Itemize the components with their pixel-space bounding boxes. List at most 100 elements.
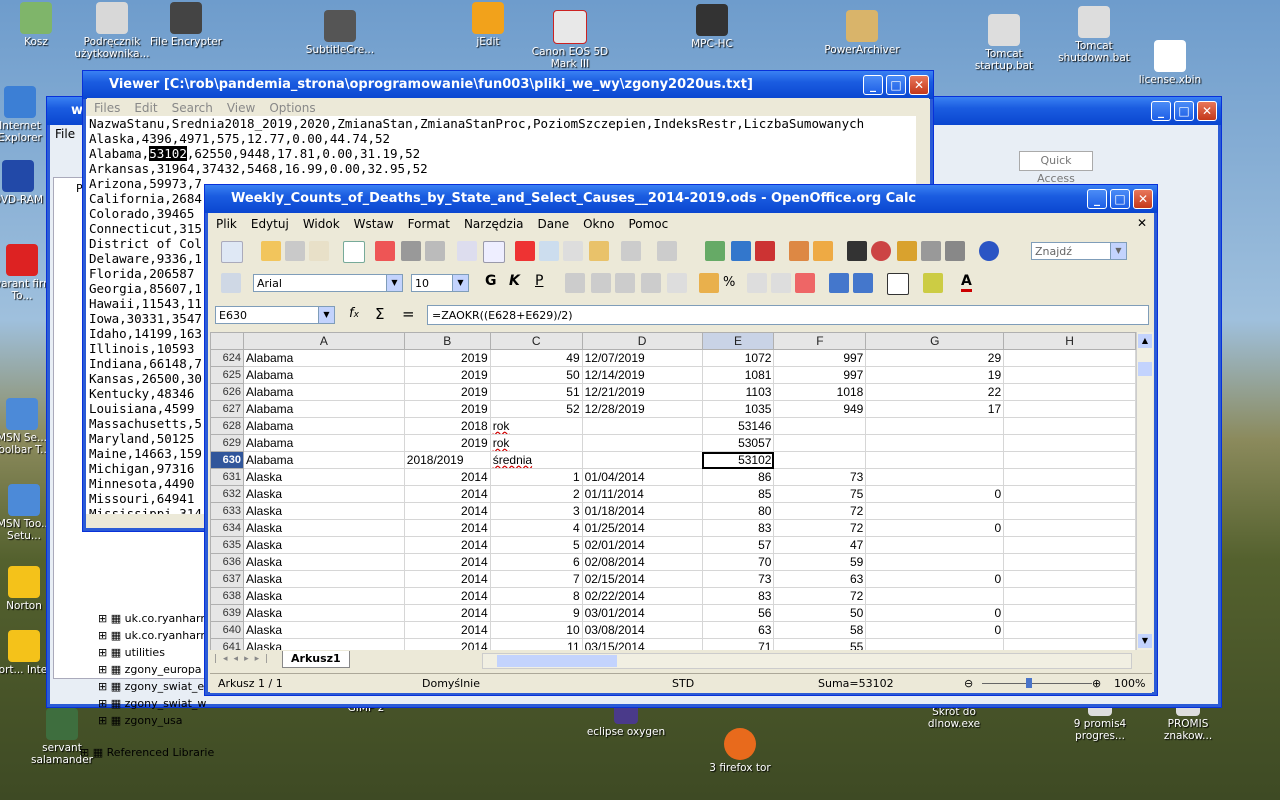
clone-format-icon[interactable] [589,241,609,261]
column-header[interactable]: A [242,332,405,350]
currency-format-icon[interactable] [699,273,719,293]
cell-d[interactable] [581,417,703,435]
percent-format-icon[interactable]: % [723,275,735,290]
menu-edytuj[interactable]: Edytuj [244,214,296,234]
cell-c[interactable]: 2 [489,485,583,503]
cell-h[interactable] [1003,604,1136,622]
open-folder-icon[interactable] [261,241,281,261]
cell-f[interactable]: 72 [773,587,867,605]
menu-pomoc[interactable]: Pomoc [621,214,675,234]
cell-g[interactable]: 29 [865,349,1005,367]
firefox-tor-icon[interactable]: 3 firefox tor [700,728,780,774]
zoom-icon[interactable] [945,241,965,261]
cell-f[interactable]: 997 [773,366,867,384]
zoom-level[interactable]: 100% [1114,677,1145,690]
row-header[interactable]: 641 [210,638,244,650]
autospellcheck-icon[interactable] [483,241,505,263]
cell-a[interactable]: Alaska [242,604,405,622]
cell-a[interactable]: Alaska [242,553,405,571]
zoom-out-icon[interactable]: ⊖ [964,677,973,690]
italic-icon[interactable]: K [509,273,520,289]
cell-e[interactable]: 83 [701,587,775,605]
tree-item[interactable]: ⊞ ▦ uk.co.ryanharr [98,627,206,644]
row-header[interactable]: 637 [210,570,244,588]
cell-b[interactable]: 2014 [403,621,491,639]
menu-files[interactable]: Files [87,98,127,118]
menu-view[interactable]: View [220,98,262,118]
tree-item[interactable]: ⊞ ▦ utilities [98,644,206,661]
cell-h[interactable] [1003,417,1136,435]
close-button[interactable]: ✕ [1197,101,1217,121]
corner-select-all[interactable] [210,332,244,350]
column-header[interactable]: H [1003,332,1136,350]
cell-g[interactable]: 19 [865,366,1005,384]
cell-c[interactable]: 50 [489,366,583,384]
cell-d[interactable]: 03/01/2014 [581,604,703,622]
scroll-up-icon[interactable]: ▲ [1138,334,1152,348]
cell-a[interactable]: Alabama [242,349,405,367]
function-wizard-icon[interactable]: fx [349,306,359,321]
cell-c[interactable]: 1 [489,468,583,486]
page-style-status[interactable]: Domyślnie [422,677,480,690]
cell-h[interactable] [1003,536,1136,554]
cell-e[interactable]: 53057 [701,434,775,452]
cell-b[interactable]: 2014 [403,502,491,520]
cell-b[interactable]: 2014 [403,604,491,622]
maximize-button[interactable]: □ [886,75,906,95]
column-header[interactable]: G [865,332,1005,350]
decrease-indent-icon[interactable] [829,273,849,293]
cell-d[interactable]: 02/01/2014 [581,536,703,554]
row-header[interactable]: 624 [210,349,244,367]
cell-b[interactable]: 2019 [403,400,491,418]
cell-g[interactable] [865,638,1005,650]
cell-f[interactable]: 72 [773,519,867,537]
cell-g[interactable]: 0 [865,621,1005,639]
quick-access-input[interactable]: Quick Access [1019,151,1093,185]
print-icon[interactable] [401,241,421,261]
cell-b[interactable]: 2019 [403,349,491,367]
cell-f[interactable]: 72 [773,502,867,520]
row-header[interactable]: 633 [210,502,244,520]
zoom-slider-thumb[interactable] [1026,678,1032,688]
cell-h[interactable] [1003,366,1136,384]
save-icon[interactable] [285,241,305,261]
cell-g[interactable]: 22 [865,383,1005,401]
vertical-scrollbar[interactable]: ▲ ▼ [1136,332,1153,650]
cell-e[interactable]: 80 [701,502,775,520]
hscroll-thumb[interactable] [497,655,617,667]
zoom-in-icon[interactable]: ⊕ [1092,677,1101,690]
menu-edit[interactable]: Edit [127,98,164,118]
cell-f[interactable]: 1018 [773,383,867,401]
menu-dane[interactable]: Dane [531,214,577,234]
data-sources-icon[interactable] [921,241,941,261]
cell-a[interactable]: Alaska [242,468,405,486]
cell-a[interactable]: Alaska [242,621,405,639]
cell-a[interactable]: Alabama [242,400,405,418]
borders-icon[interactable] [887,273,909,295]
align-right-icon[interactable] [615,273,635,293]
row-header[interactable]: 634 [210,519,244,537]
viewer-title-bar[interactable]: Viewer [C:\rob\pandemia_strona\oprogramo… [83,71,933,99]
cell-e[interactable]: 83 [701,519,775,537]
cell-b[interactable]: 2014 [403,638,491,650]
cell-d[interactable]: 12/28/2019 [581,400,703,418]
increase-indent-icon[interactable] [853,273,873,293]
standard-format-icon[interactable] [747,273,767,293]
row-header[interactable]: 636 [210,553,244,571]
cell-h[interactable] [1003,400,1136,418]
cell-c[interactable]: średnia [489,451,583,469]
cell-d[interactable] [581,434,703,452]
sum-icon[interactable]: Σ [375,305,384,323]
recycle-bin-icon[interactable]: Kosz [0,2,76,48]
cell-h[interactable] [1003,349,1136,367]
cell-f[interactable]: 55 [773,638,867,650]
cell-a[interactable]: Alabama [242,417,405,435]
paste-icon[interactable] [563,241,583,261]
function-icon[interactable]: = [402,305,415,323]
cell-h[interactable] [1003,638,1136,650]
cell-g[interactable]: 17 [865,400,1005,418]
sort-ascending-icon[interactable] [731,241,751,261]
cell-g[interactable]: 0 [865,604,1005,622]
maximize-button[interactable]: □ [1174,101,1194,121]
find-input[interactable]: Znajdź ▼ [1031,242,1127,260]
